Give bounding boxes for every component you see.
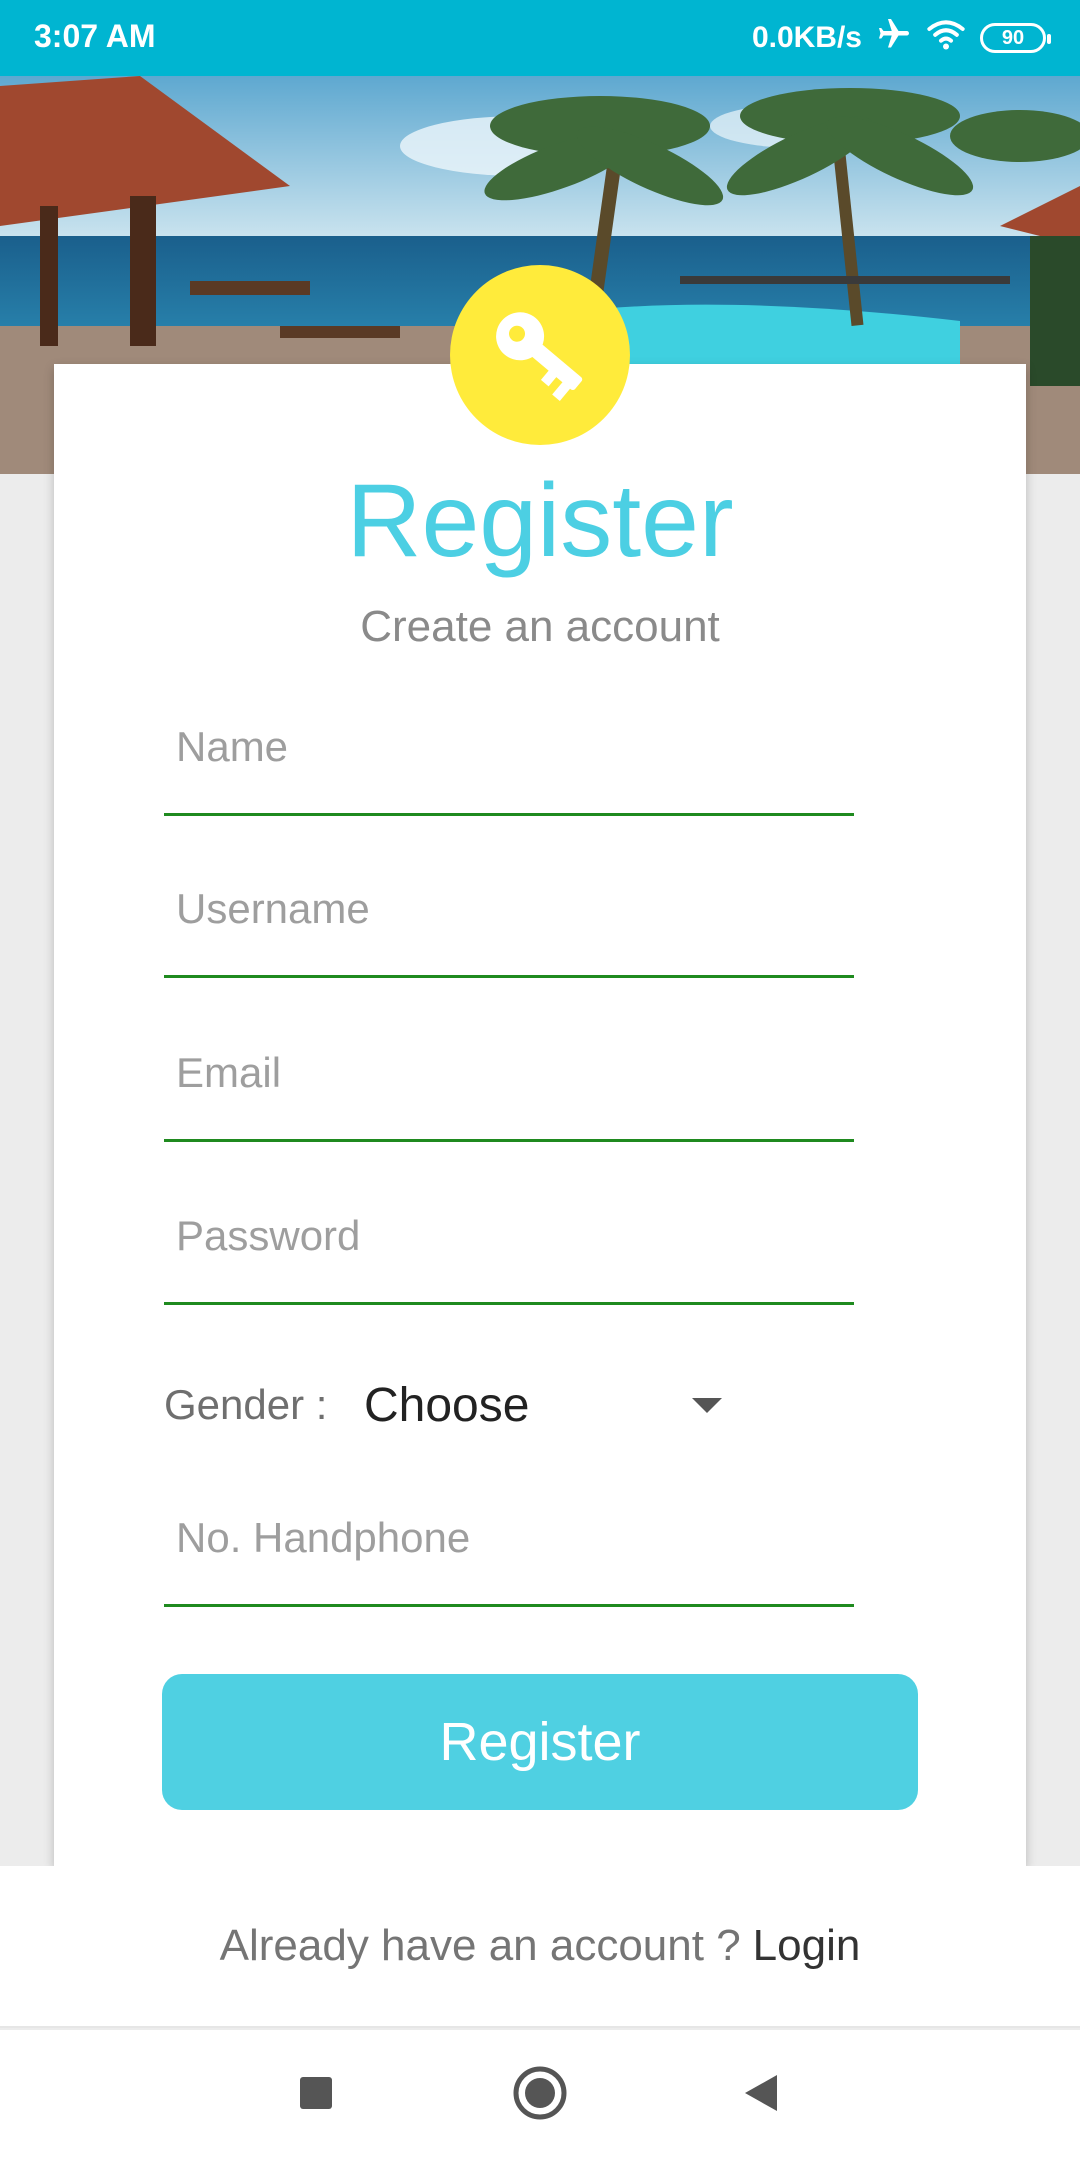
login-prompt-bar: Already have an account ? Login [0,1866,1080,2028]
phone-field[interactable]: No. Handphone [164,1497,854,1607]
page-subtitle: Create an account [360,602,720,651]
username-placeholder: Username [176,885,370,932]
email-placeholder: Email [176,1049,282,1096]
wifi-icon [926,16,966,60]
battery-level: 90 [1001,26,1025,49]
status-bar: 3:07 AM 0.0KB/s 90 [0,0,1080,76]
email-field[interactable]: Email [164,1032,854,1142]
gender-label: Gender : [164,1381,328,1428]
key-icon [480,293,600,418]
triangle-back-icon [741,2073,781,2118]
gender-dropdown[interactable]: Choose [364,1378,734,1433]
system-nav-bar [0,2030,1080,2160]
gender-selected-value: Choose [364,1378,530,1432]
chevron-down-icon [692,1397,722,1413]
battery-icon: 90 [980,23,1051,53]
password-field[interactable]: Password [164,1195,854,1305]
register-button[interactable]: Register [162,1674,918,1810]
back-button[interactable] [726,2060,796,2130]
name-placeholder: Name [176,723,289,770]
status-time: 3:07 AM [34,18,156,54]
phone-placeholder: No. Handphone [176,1514,471,1561]
recents-button[interactable] [281,2060,351,2130]
square-icon [298,2075,334,2116]
key-badge [450,265,630,445]
home-button[interactable] [505,2060,575,2130]
username-field[interactable]: Username [164,868,854,978]
status-icons: 0.0KB/s 90 [751,16,1051,60]
login-prompt-text: Already have an account ? [219,1921,741,1970]
network-speed: 0.0KB/s [751,21,862,54]
login-link[interactable]: Login [753,1921,861,1971]
password-placeholder: Password [176,1212,361,1259]
airplane-icon [876,16,912,60]
page-title: Register [346,463,734,579]
gender-row: Gender : Choose [164,1370,734,1440]
circle-icon [512,2065,568,2126]
name-field[interactable]: Name [164,706,854,816]
